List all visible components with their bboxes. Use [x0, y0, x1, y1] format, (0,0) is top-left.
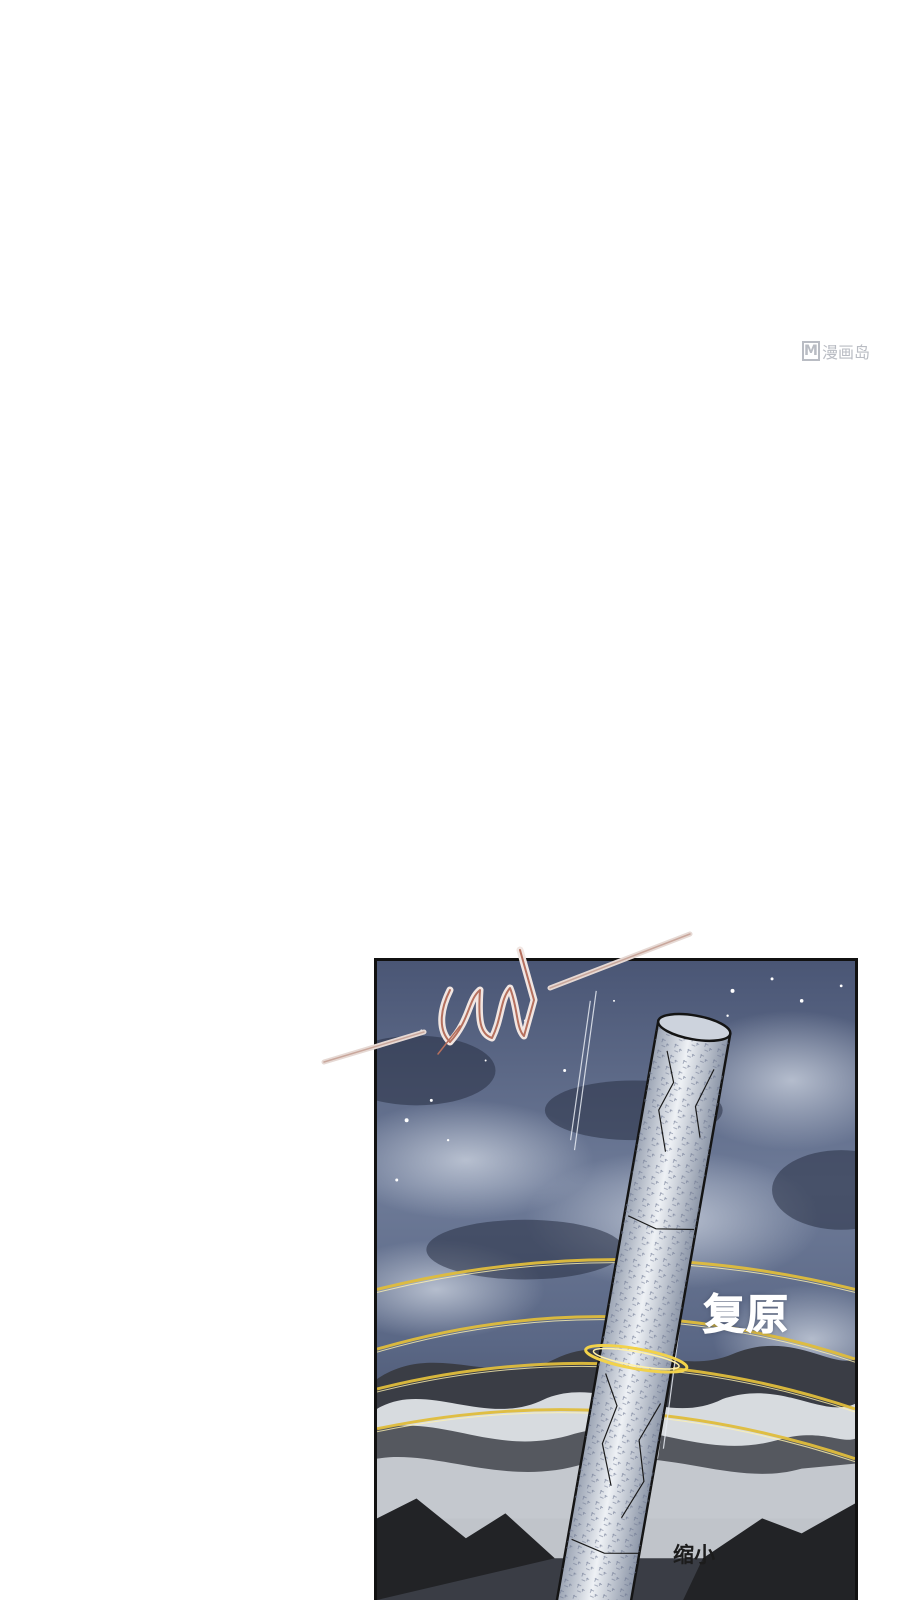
sfx-restore-text: 复原 [702, 1290, 790, 1340]
watermark-brand-text: 漫画岛 [822, 343, 871, 362]
sfx-shrink-text: 缩小 [673, 1543, 715, 1567]
comic-page: M 漫画岛 复原 缩小 [0, 0, 900, 1600]
sound-effect-scribble [321, 931, 693, 1065]
watermark: M 漫画岛 [802, 340, 870, 362]
manhua-dao-logo-icon: M [802, 341, 820, 361]
